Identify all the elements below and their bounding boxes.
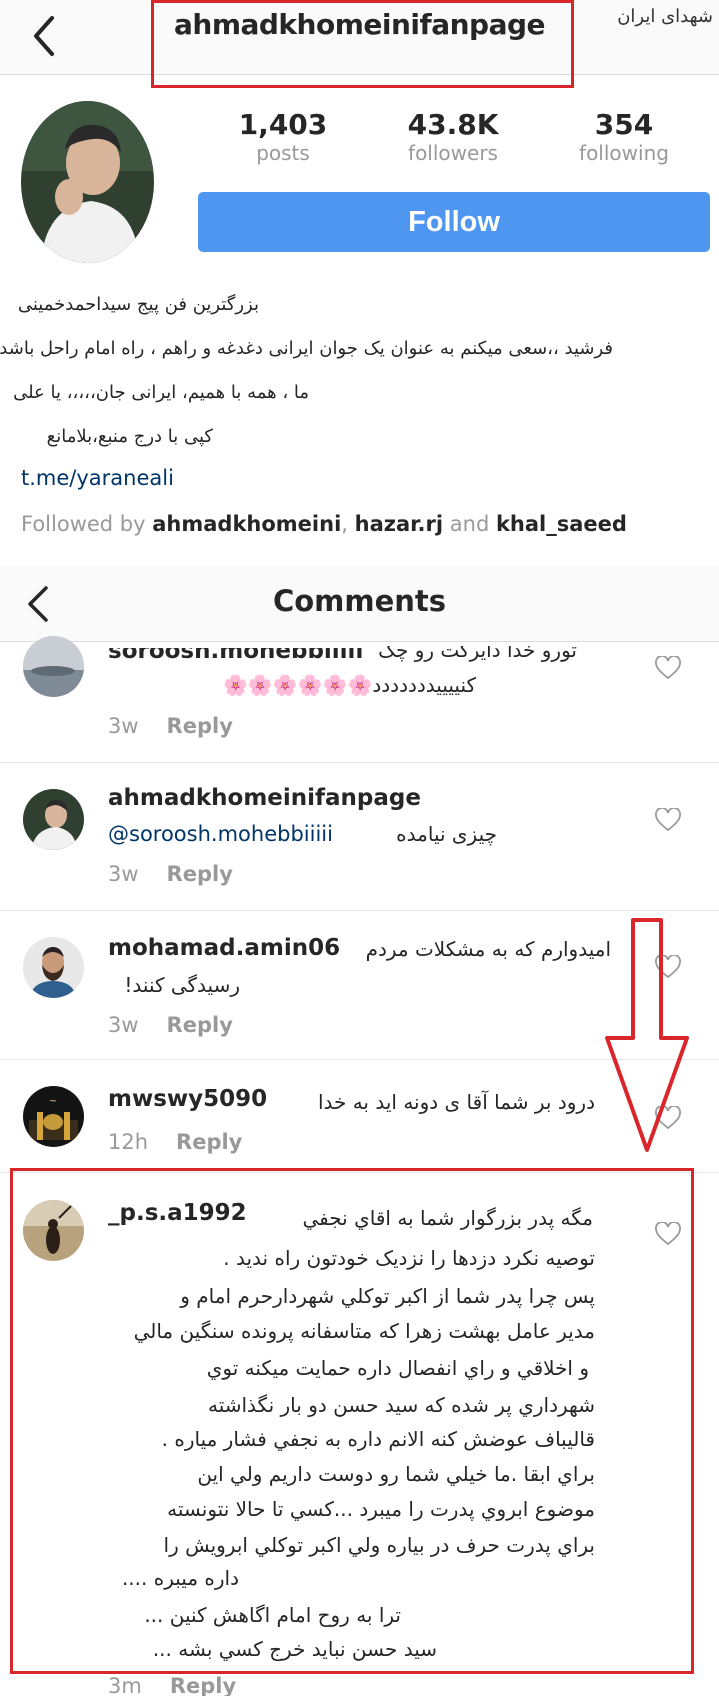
followed-by-separator: , bbox=[341, 512, 348, 536]
posts-label: posts bbox=[256, 141, 310, 165]
comment-text: رسیدگی کنند! bbox=[124, 973, 240, 997]
comment-mention[interactable]: @soroosh.mohebbiiiii bbox=[108, 822, 333, 846]
reply-button[interactable]: Reply bbox=[167, 1013, 233, 1037]
down-arrow-icon bbox=[603, 918, 691, 1154]
comment-time: 3w bbox=[108, 862, 139, 886]
comment-text: امیدوارم که به مشکلات مردم bbox=[365, 937, 611, 961]
comment-meta: 3w Reply bbox=[108, 714, 233, 738]
comment-divider bbox=[0, 910, 719, 911]
comment-time: 12h bbox=[108, 1130, 149, 1154]
bio-line-2: فرشید ،،سعی میکنم به عنوان یک جوان ایران… bbox=[0, 338, 613, 359]
followed-by-and: and bbox=[449, 512, 490, 536]
followed-by-user[interactable]: khal_saeed bbox=[496, 512, 627, 536]
comment-highlight-box bbox=[10, 1168, 694, 1674]
comments-top-bar: Comments bbox=[0, 566, 719, 642]
comment-avatar[interactable]: ~ bbox=[23, 1086, 84, 1147]
bio-line-1: بزرگترین فن پیج سیداحمدخمینی bbox=[17, 294, 259, 315]
comment-time: 3m bbox=[108, 1674, 142, 1696]
follow-button[interactable]: Follow bbox=[198, 192, 710, 252]
followed-by-user[interactable]: ahmadkhomeini bbox=[152, 512, 341, 536]
bio-line-3: ما ، همه با همیم، ایرانی جان،،،،، یا علی bbox=[13, 382, 309, 403]
stat-posts[interactable]: 1,403 posts bbox=[213, 108, 353, 165]
reply-button[interactable]: Reply bbox=[170, 1674, 236, 1696]
comment-avatar[interactable] bbox=[23, 636, 84, 697]
comment-time: 3w bbox=[108, 1013, 139, 1037]
comment-avatar[interactable] bbox=[23, 789, 84, 850]
bio-line-4: کپی با درج منبع،بلامانع bbox=[46, 426, 213, 447]
stat-followers[interactable]: 43.8K followers bbox=[383, 108, 523, 165]
comment-username[interactable]: mwswy5090 bbox=[108, 1086, 267, 1112]
followed-by[interactable]: Followed by ahmadkhomeini, hazar.rj and … bbox=[21, 512, 627, 536]
reply-button[interactable]: Reply bbox=[167, 714, 233, 738]
watermark-logo: شهدای ایران bbox=[617, 6, 713, 27]
followed-by-user[interactable]: hazar.rj bbox=[355, 512, 443, 536]
comment-text: کنییییددددددد🌸🌸🌸🌸🌸🌸 bbox=[222, 673, 476, 697]
following-label: following bbox=[579, 141, 669, 165]
stat-following[interactable]: 354 following bbox=[554, 108, 694, 165]
following-count: 354 bbox=[594, 108, 654, 141]
followers-label: followers bbox=[408, 141, 498, 165]
heart-icon[interactable] bbox=[655, 807, 681, 832]
comment-avatar[interactable] bbox=[23, 937, 84, 998]
comment-divider bbox=[0, 762, 719, 763]
comment-text: چیزی نیامده bbox=[396, 822, 497, 846]
followers-count: 43.8K bbox=[407, 108, 499, 141]
comment-meta: 3w Reply bbox=[108, 1013, 233, 1037]
comment-meta: 12h Reply bbox=[108, 1130, 242, 1154]
comments-title: Comments bbox=[272, 584, 447, 618]
comment-meta: 3w Reply bbox=[108, 862, 233, 886]
followed-by-prefix: Followed by bbox=[21, 512, 146, 536]
comment-text: درود بر شما آقا ی دونه اید به خدا bbox=[317, 1090, 595, 1114]
svg-text:~: ~ bbox=[49, 1096, 57, 1107]
username-highlight-box bbox=[151, 0, 574, 88]
posts-count: 1,403 bbox=[238, 108, 328, 141]
bio-link[interactable]: t.me/yaraneali bbox=[21, 466, 174, 490]
heart-icon[interactable] bbox=[655, 655, 681, 680]
reply-button[interactable]: Reply bbox=[167, 862, 233, 886]
reply-button[interactable]: Reply bbox=[176, 1130, 242, 1154]
comment-time: 3w bbox=[108, 714, 139, 738]
comment-meta: 3m Reply bbox=[108, 1674, 236, 1696]
comment-username[interactable]: ahmadkhomeinifanpage bbox=[108, 785, 421, 811]
comment-username[interactable]: mohamad.amin06 bbox=[108, 935, 340, 961]
profile-avatar[interactable] bbox=[21, 101, 154, 263]
